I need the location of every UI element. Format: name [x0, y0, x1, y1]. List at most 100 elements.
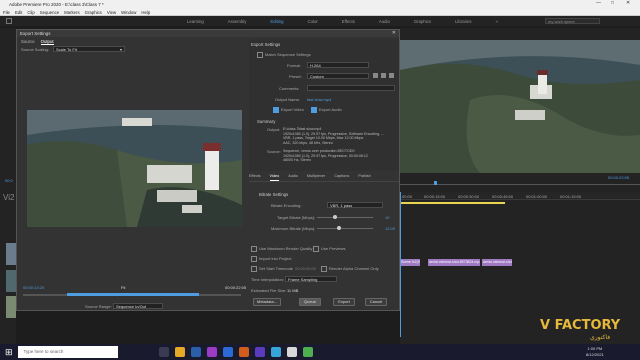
delete-preset-icon[interactable] [389, 73, 394, 78]
task-view-icon[interactable] [158, 347, 169, 357]
save-preset-icon[interactable] [373, 73, 378, 78]
time-interpolation-value: Frame Sampling [288, 277, 318, 282]
tab-captions[interactable]: Captions [334, 174, 349, 181]
project-thumbnail[interactable] [6, 296, 16, 318]
taskbar-clock[interactable]: 1:00 PM 8/12/2021 [586, 346, 604, 358]
app-icon[interactable] [270, 347, 281, 357]
minimize-button[interactable]: — [596, 0, 601, 6]
use-previews-checkbox[interactable]: Use Previews [313, 246, 345, 252]
workspace-libraries[interactable]: Libraries [443, 19, 483, 24]
import-preset-icon[interactable] [381, 73, 386, 78]
tab-video[interactable]: Video [269, 174, 280, 181]
time-interpolation-select[interactable]: Frame Sampling [285, 276, 337, 282]
work-area-bar[interactable] [400, 202, 505, 204]
set-start-timecode-label: Set Start Timecode [259, 266, 294, 272]
project-thumbnail[interactable] [6, 270, 16, 292]
app-icon[interactable] [286, 347, 297, 357]
comments-input[interactable] [307, 85, 395, 91]
max-bitrate-knob[interactable] [337, 226, 342, 230]
project-thumbnail[interactable] [6, 243, 16, 265]
maximize-button[interactable]: □ [611, 0, 614, 6]
format-select[interactable]: H.264 [307, 62, 369, 68]
metadata-button[interactable]: Metadata... [253, 298, 281, 306]
windows-start-icon[interactable]: ⊞ [5, 347, 13, 358]
bitrate-encoding-select[interactable]: VBR, 1 pass [327, 202, 383, 208]
timecode-in[interactable]: 00:00:13:20 [23, 285, 44, 290]
timeline-playhead[interactable] [400, 192, 401, 337]
settings-tabs: Effects Video Audio Multiplexer Captions… [249, 174, 399, 182]
tab-multiplexer[interactable]: Multiplexer [307, 174, 325, 181]
timeline-clip[interactable]: aerial-minimal-shot-8... [482, 259, 512, 266]
target-bitrate-value[interactable]: 10 [385, 215, 389, 220]
home-icon[interactable] [6, 18, 12, 24]
menu-markers[interactable]: Markers [64, 10, 80, 15]
max-bitrate-value[interactable]: 12.00 [385, 226, 395, 231]
menu-window[interactable]: Window [121, 10, 136, 15]
cancel-button[interactable]: Cancel [365, 298, 387, 306]
menu-help[interactable]: Help [141, 10, 150, 15]
menu-edit[interactable]: Edit [15, 10, 22, 15]
import-into-project-checkbox[interactable]: Import into Project [251, 256, 291, 262]
preset-select[interactable]: Custom [307, 73, 369, 79]
close-window-button[interactable]: ✕ [626, 0, 630, 6]
workspace-editing[interactable]: Editing [258, 19, 295, 24]
workspace-search-input[interactable]: my work space [545, 18, 600, 24]
match-sequence-checkbox[interactable]: Match Sequence Settings [257, 52, 311, 58]
workspace-more[interactable]: » [484, 19, 510, 24]
menu-file[interactable]: File [3, 10, 10, 15]
workspace-audio[interactable]: Audio [367, 19, 402, 24]
file-explorer-icon[interactable] [174, 347, 185, 357]
tab-source[interactable]: Source [21, 39, 35, 45]
start-timecode-value[interactable]: 00:00:00:00 [295, 266, 316, 271]
premiere-pro-icon[interactable] [206, 347, 217, 357]
export-button[interactable]: Export [333, 298, 355, 306]
output-name-link[interactable]: fast slow.mp4 [307, 97, 331, 102]
max-render-quality-checkbox[interactable]: Use Maximum Render Quality [251, 246, 312, 252]
lighthouse-frame [400, 40, 640, 173]
timecode-out[interactable]: 00:00:22:05 [225, 285, 246, 290]
workspace-assembly[interactable]: Assembly [216, 19, 259, 24]
app-icon[interactable] [302, 347, 313, 357]
photoshop-icon[interactable] [222, 347, 233, 357]
workspace-color[interactable]: Color [296, 19, 330, 24]
render-alpha-checkbox[interactable]: Render Alpha Channel Only [321, 266, 379, 272]
max-bitrate-slider[interactable] [317, 226, 373, 230]
browser-icon[interactable] [190, 347, 201, 357]
import-into-project-label: Import into Project [259, 256, 292, 262]
target-bitrate-knob[interactable] [333, 215, 338, 219]
export-audio-checkbox[interactable]: Export Audio [311, 107, 342, 113]
file-size-value: 11 MB [287, 288, 299, 293]
workspace-bar: Learning Assembly Editing Color Effects … [0, 16, 640, 26]
menu-view[interactable]: View [107, 10, 116, 15]
bitrate-section: Bitrate Settings Bitrate Encoding: VBR, … [249, 188, 399, 238]
timeline-ruler[interactable]: 00:00 00:00:15:00 00:00:30:00 00:00:45:0… [400, 192, 640, 200]
taskbar-search-input[interactable]: Type here to search [17, 346, 118, 358]
source-scaling-select[interactable]: Scale To Fit ▾ [53, 46, 125, 52]
queue-button[interactable]: Queue [299, 298, 321, 306]
program-timecode: 00:00:22:05 [608, 175, 630, 180]
timeline-clip[interactable]: aerial-minimal-shot-8973824.mp4 [428, 259, 480, 266]
set-start-timecode-checkbox[interactable]: Set Start Timecode [251, 266, 293, 272]
tab-audio[interactable]: Audio [288, 174, 298, 181]
workspace-graphics[interactable]: Graphics [402, 19, 443, 24]
workspace-effects[interactable]: Effects [330, 19, 367, 24]
menu-graphics[interactable]: Graphics [85, 10, 102, 15]
summary-source-line: 48000 Hz, Stereo [283, 158, 311, 163]
menu-clip[interactable]: Clip [27, 10, 34, 15]
menu-sequence[interactable]: Sequence [40, 10, 59, 15]
timeline-clip[interactable]: Scene fx2(V) [400, 259, 420, 266]
fit-select[interactable]: Fit [121, 285, 125, 290]
ruler-tick-label: 00:01:00:00 [526, 194, 548, 199]
tab-publish[interactable]: Publish [358, 174, 370, 181]
source-range-select[interactable]: Sequence In/Out [113, 303, 163, 309]
program-playhead[interactable] [434, 181, 437, 185]
summary-source: Sequence, venus over production BECTOD0 … [283, 149, 397, 163]
export-video-checkbox[interactable]: Export Video [273, 107, 304, 113]
after-effects-icon[interactable] [254, 347, 265, 357]
workspace-learning[interactable]: Learning [175, 19, 216, 24]
tab-output[interactable]: Output [40, 39, 54, 45]
dialog-close-button[interactable]: ✕ [392, 30, 396, 37]
target-bitrate-slider[interactable] [317, 215, 373, 219]
illustrator-icon[interactable] [238, 347, 249, 357]
tab-effects[interactable]: Effects [249, 174, 261, 181]
